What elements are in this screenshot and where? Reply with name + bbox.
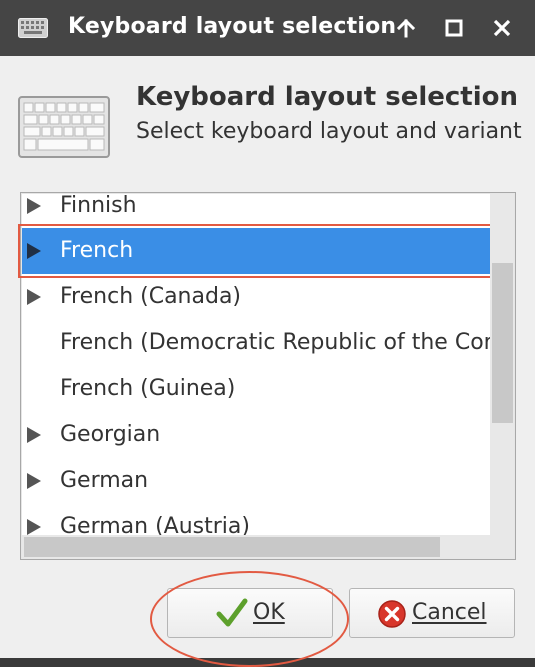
cancel-button[interactable]: Cancel	[349, 588, 515, 638]
expand-arrow-icon[interactable]	[27, 289, 41, 305]
row-label: French (Democratic Republic of the Congo…	[60, 330, 490, 355]
keyboard-icon	[18, 18, 48, 38]
tree-row-french-guinea[interactable]: French (Guinea)	[22, 366, 490, 412]
tree-row-german-austria[interactable]: German (Austria)	[22, 504, 490, 535]
title-bar[interactable]: Keyboard layout selection	[0, 0, 535, 56]
ok-button-annotation	[150, 571, 349, 667]
row-label: German	[60, 468, 149, 493]
row-label: Georgian	[60, 422, 161, 447]
row-label: German (Austria)	[60, 514, 250, 535]
row-label: French (Guinea)	[60, 376, 236, 401]
row-label: French (Canada)	[60, 284, 242, 309]
selection-highlight-annotation	[18, 224, 494, 278]
keyboard-icon	[18, 96, 110, 158]
tree-row-french-drc[interactable]: French (Democratic Republic of the Congo…	[22, 320, 490, 366]
cancel-icon	[378, 600, 406, 628]
expand-arrow-icon[interactable]	[27, 519, 41, 535]
row-label: Finnish	[60, 194, 137, 218]
expand-arrow-icon[interactable]	[27, 198, 41, 214]
dialog-subheading: Select keyboard layout and variant	[136, 119, 522, 144]
maximize-icon	[445, 19, 463, 37]
up-arrow-button[interactable]	[388, 10, 424, 46]
close-icon	[493, 19, 511, 37]
maximize-button[interactable]	[436, 10, 472, 46]
up-arrow-icon	[396, 18, 416, 38]
expand-arrow-icon[interactable]	[27, 427, 41, 443]
tree-row-georgian[interactable]: Georgian	[22, 412, 490, 458]
tree-row-german[interactable]: German	[22, 458, 490, 504]
dialog-heading: Keyboard layout selection	[136, 82, 519, 112]
tree-row-french-canada[interactable]: French (Canada)	[22, 274, 490, 320]
keyboard-layout-dialog: Keyboard layout selection Keyboard layou…	[0, 0, 535, 667]
window-title: Keyboard layout selection	[68, 14, 397, 39]
cancel-button-label: Cancel	[412, 600, 487, 625]
close-button[interactable]	[484, 10, 520, 46]
expand-arrow-icon[interactable]	[27, 473, 41, 489]
vertical-scrollbar-thumb[interactable]	[492, 263, 513, 423]
horizontal-scrollbar-thumb[interactable]	[24, 537, 440, 557]
